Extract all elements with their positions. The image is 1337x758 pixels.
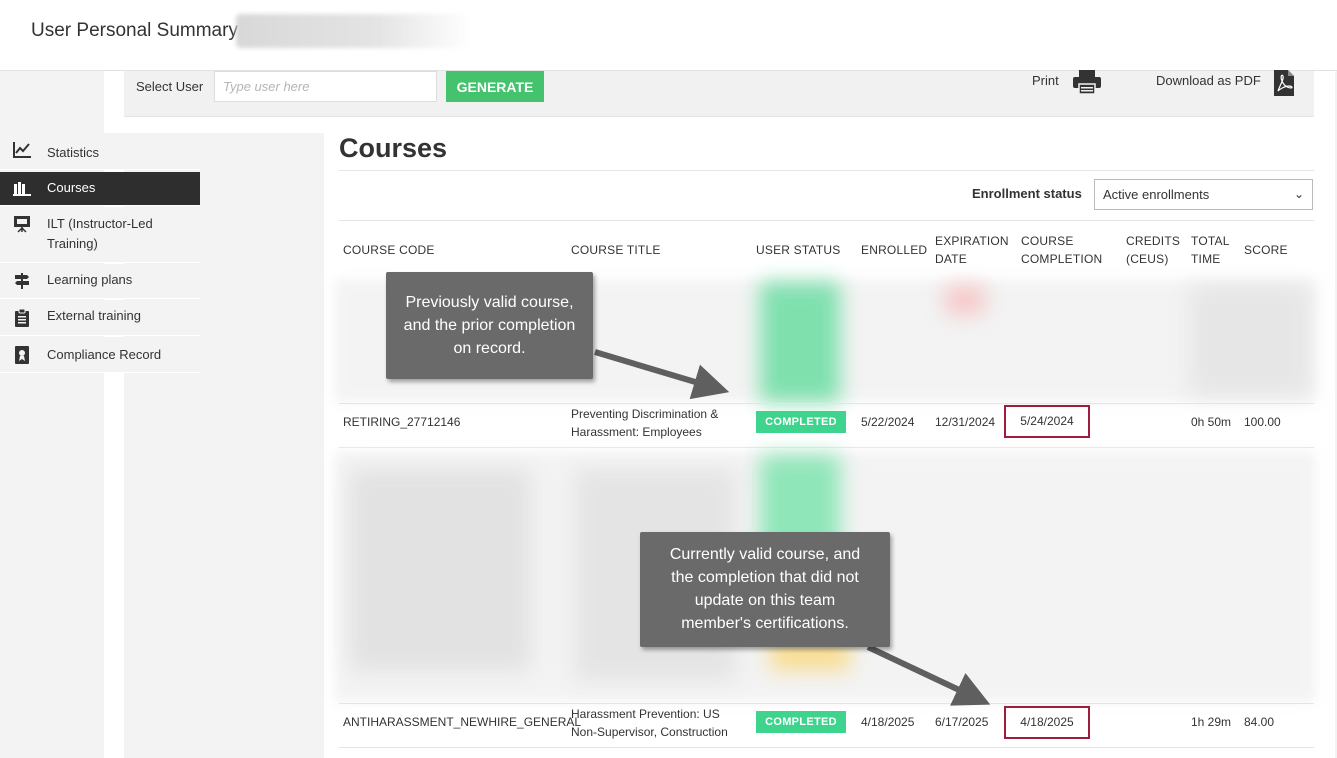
total-time: 1h 29m bbox=[1191, 715, 1232, 729]
divider bbox=[339, 747, 1314, 748]
sidebar-item-label: Learning plans bbox=[47, 272, 133, 287]
sidebar-item-label: ILT (Instructor-Led Training) bbox=[47, 216, 153, 251]
callout-line: the completion that did not bbox=[671, 569, 859, 586]
course-title-line2: Harassment: Employees bbox=[571, 425, 702, 439]
total-time: 0h 50m bbox=[1191, 415, 1232, 429]
status-badge: COMPLETED bbox=[756, 411, 846, 433]
sidebar-item-external-training[interactable]: External training bbox=[0, 300, 200, 336]
divider bbox=[339, 170, 1314, 171]
enrolled-date: 5/22/2024 bbox=[861, 415, 915, 429]
sidebar-item-statistics[interactable]: Statistics bbox=[0, 133, 200, 170]
course-code: ANTIHARASSMENT_NEWHIRE_GENERAL bbox=[343, 715, 582, 729]
course-code: RETIRING_27712146 bbox=[343, 415, 461, 429]
sidebar-item-compliance-record[interactable]: Compliance Record bbox=[0, 337, 200, 373]
expiration-date: 12/31/2024 bbox=[935, 415, 996, 429]
column-header-score[interactable]: SCORE bbox=[1244, 241, 1288, 259]
redacted-status-cell bbox=[760, 282, 840, 402]
courses-heading: Courses bbox=[339, 133, 448, 163]
course-title-line1: Preventing Discrimination & bbox=[571, 407, 719, 421]
sidebar-item-courses[interactable]: Courses bbox=[0, 172, 200, 206]
sidebar-item-label: Compliance Record bbox=[47, 347, 162, 362]
download-pdf-label[interactable]: Download as PDF bbox=[1156, 73, 1261, 88]
clipboard-icon bbox=[12, 308, 32, 328]
redacted-cell bbox=[350, 470, 530, 670]
divider bbox=[339, 403, 1314, 404]
callout-line: on record. bbox=[453, 340, 526, 357]
score: 84.00 bbox=[1244, 715, 1275, 729]
printer-icon[interactable] bbox=[1072, 69, 1102, 100]
completion-date: 4/18/2025 bbox=[1020, 715, 1074, 729]
sidebar-item-label: External training bbox=[47, 308, 141, 323]
completion-highlight-box: 5/24/2024 bbox=[1004, 405, 1090, 438]
completion-highlight-box: 4/18/2025 bbox=[1004, 706, 1090, 739]
redacted-username bbox=[236, 14, 472, 48]
presentation-icon bbox=[12, 214, 32, 234]
enrollment-status-value: Active enrollments bbox=[1103, 187, 1210, 202]
column-header-course-code[interactable]: COURSE CODE bbox=[343, 241, 435, 259]
column-header-user-status[interactable]: USER STATUS bbox=[756, 241, 840, 259]
sidebar-item-ilt[interactable]: ILT (Instructor-Led Training) bbox=[0, 207, 200, 263]
redacted-cell bbox=[945, 285, 985, 315]
column-header-total-time[interactable]: TOTAL TIME bbox=[1191, 232, 1236, 268]
select-user-label: Select User bbox=[136, 79, 204, 94]
column-header-enrolled[interactable]: ENROLLED bbox=[861, 241, 927, 259]
redacted-cell bbox=[1190, 285, 1310, 395]
column-header-expiration-date[interactable]: EXPIRATION DATE bbox=[935, 232, 1015, 268]
page-title: User Personal Summary: bbox=[31, 20, 244, 41]
user-search-input[interactable] bbox=[214, 71, 437, 102]
annotation-callout-previous: Previously valid course, and the prior c… bbox=[386, 272, 593, 379]
column-header-credits[interactable]: CREDITS (CEUS) bbox=[1126, 232, 1186, 268]
divider bbox=[339, 447, 1314, 448]
status-badge: COMPLETED bbox=[756, 711, 846, 733]
score: 100.00 bbox=[1244, 415, 1281, 429]
callout-line: update on this team bbox=[694, 592, 836, 609]
enrollment-status-select[interactable]: Active enrollments ⌄ bbox=[1094, 179, 1313, 210]
course-title-line2: Non-Supervisor, Construction bbox=[571, 725, 728, 739]
generate-button[interactable]: GENERATE bbox=[446, 71, 544, 102]
divider bbox=[339, 703, 1314, 704]
callout-line: Currently valid course, and bbox=[669, 546, 861, 563]
column-header-course-title[interactable]: COURSE TITLE bbox=[571, 241, 661, 259]
courses-icon bbox=[12, 178, 32, 198]
callout-line: and the prior completion bbox=[403, 317, 576, 334]
signpost-icon bbox=[12, 271, 32, 291]
chevron-down-icon: ⌄ bbox=[1293, 187, 1304, 201]
certificate-icon bbox=[12, 345, 32, 365]
column-header-course-completion[interactable]: COURSE COMPLETION bbox=[1021, 232, 1116, 268]
callout-line: member's certifications. bbox=[681, 615, 849, 632]
pdf-icon[interactable] bbox=[1272, 69, 1296, 102]
annotation-callout-current: Currently valid course, and the completi… bbox=[640, 532, 890, 647]
enrollment-status-label: Enrollment status bbox=[972, 186, 1082, 201]
callout-line: Previously valid course, bbox=[405, 294, 574, 311]
sidebar-item-learning-plans[interactable]: Learning plans bbox=[0, 264, 200, 299]
page-header: User Personal Summary: bbox=[0, 0, 1337, 71]
sidebar-item-label: Courses bbox=[47, 180, 96, 195]
divider bbox=[339, 220, 1314, 221]
course-title-line1: Harassment Prevention: US bbox=[571, 707, 720, 721]
expiration-date: 6/17/2025 bbox=[935, 715, 989, 729]
user-select-toolbar: Select User GENERATE Print Download as P… bbox=[124, 69, 1314, 117]
chart-icon bbox=[12, 140, 32, 160]
print-label[interactable]: Print bbox=[1032, 73, 1059, 88]
completion-date: 5/24/2024 bbox=[1020, 414, 1074, 428]
sidebar-item-label: Statistics bbox=[47, 145, 100, 160]
enrolled-date: 4/18/2025 bbox=[861, 715, 915, 729]
